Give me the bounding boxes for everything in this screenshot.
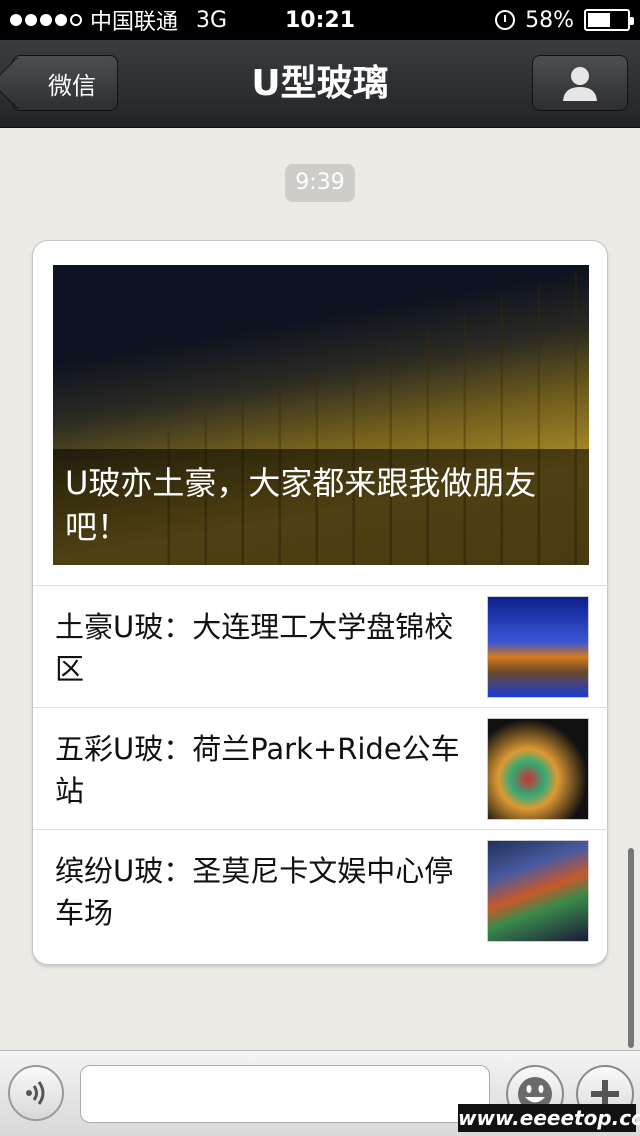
article-item[interactable]: 土豪U玻：大连理工大学盘锦校区 [33, 585, 609, 707]
person-icon [563, 67, 597, 101]
signal-strength-icon [10, 14, 82, 26]
article-thumbnail [487, 596, 589, 698]
message-input[interactable] [80, 1065, 490, 1123]
message-timestamp: 9:39 [285, 164, 355, 202]
cover-caption: U玻亦土豪，大家都来跟我做朋友吧！ [53, 449, 589, 565]
alarm-icon [495, 10, 516, 30]
sound-wave-icon [26, 1081, 45, 1105]
article-thumbnail [487, 840, 589, 942]
article-item[interactable]: 缤纷U玻：圣莫尼卡文娱中心停车场 [33, 829, 609, 951]
carrier-name: 中国联通 [90, 10, 179, 35]
scrollbar[interactable] [628, 848, 634, 1048]
network-type: 3G [196, 7, 228, 33]
article-item[interactable]: 五彩U玻：荷兰Park+Ride公车站 [33, 707, 609, 829]
battery-percent: 58% [525, 7, 574, 33]
article-title: 土豪U玻：大连理工大学盘锦校区 [55, 610, 454, 686]
article-title: 缤纷U玻：圣莫尼卡文娱中心停车场 [55, 854, 454, 930]
article-thumbnail [487, 718, 589, 820]
profile-button[interactable] [532, 55, 628, 111]
article-title: 五彩U玻：荷兰Park+Ride公车站 [55, 732, 460, 808]
watermark: www.eeeetop.com [458, 1104, 640, 1132]
voice-input-button[interactable] [8, 1065, 64, 1121]
battery-icon [584, 9, 634, 31]
back-button[interactable]: 微信 [0, 55, 118, 111]
cover-article[interactable]: U玻亦土豪，大家都来跟我做朋友吧！ [53, 265, 589, 565]
back-button-label: 微信 [48, 71, 96, 100]
navigation-bar: U型玻璃 微信 [0, 40, 640, 128]
news-card[interactable]: U玻亦土豪，大家都来跟我做朋友吧！ 土豪U玻：大连理工大学盘锦校区 五彩U玻：荷… [32, 240, 609, 965]
chat-area[interactable]: 9:39 U玻亦土豪，大家都来跟我做朋友吧！ 土豪U玻：大连理工大学盘锦校区 五… [0, 128, 640, 1050]
status-bar: 中国联通 3G 10:21 58% [0, 0, 640, 40]
